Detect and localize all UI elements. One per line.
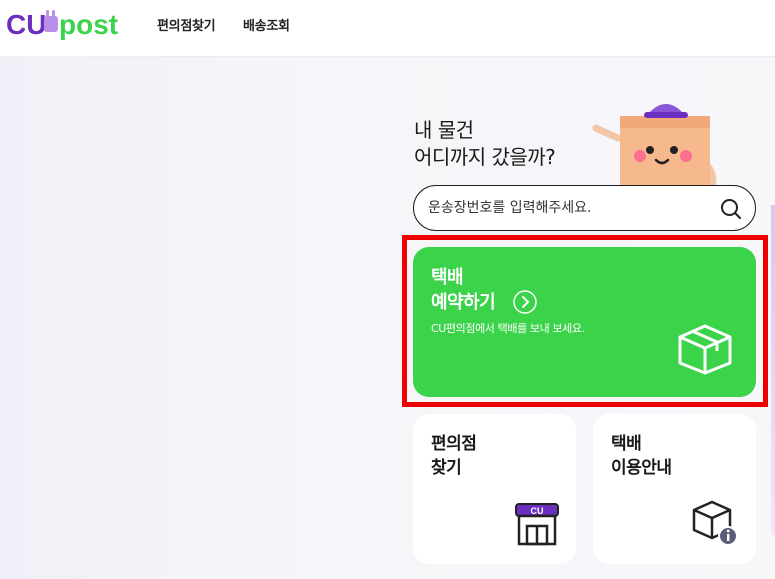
nav-tracking[interactable]: 배송조회 — [243, 15, 290, 34]
store-icon: CU — [515, 503, 559, 546]
top-header: CU post 편의점찾기 배송조회 — [0, 0, 775, 57]
store-card-title-line2: 찾기 — [431, 458, 462, 478]
guide-card-title-line1: 택배 — [611, 434, 642, 454]
store-finder-card[interactable]: 편의점 찾기 CU — [413, 414, 576, 564]
parcel-guide-card[interactable]: 택배 이용안내 — [593, 414, 756, 564]
waybill-search-input[interactable] — [428, 196, 718, 220]
store-card-title: 편의점 찾기 — [431, 432, 477, 480]
headline-line1: 내 물건 — [414, 118, 474, 142]
headline-line2: 어디까지 갔을까? — [414, 145, 556, 169]
info-box-icon — [692, 500, 738, 546]
guide-card-title-line2: 이용안내 — [611, 458, 672, 478]
selection-highlight — [402, 235, 768, 407]
waybill-search-box[interactable] — [413, 185, 756, 231]
nav-find-store[interactable]: 편의점찾기 — [157, 15, 216, 34]
store-card-title-line1: 편의점 — [431, 434, 477, 454]
search-icon[interactable] — [720, 198, 742, 220]
guide-card-title: 택배 이용안내 — [611, 432, 672, 480]
next-panel-edge — [771, 205, 775, 535]
svg-text:CU: CU — [6, 9, 46, 40]
hero-headline: 내 물건 어디까지 갔을까? — [414, 117, 556, 171]
store-sign-text: CU — [531, 506, 544, 516]
cupost-logo[interactable]: CU post — [6, 6, 118, 42]
svg-text:post: post — [59, 9, 118, 40]
box-mascot-illustration — [592, 104, 717, 190]
